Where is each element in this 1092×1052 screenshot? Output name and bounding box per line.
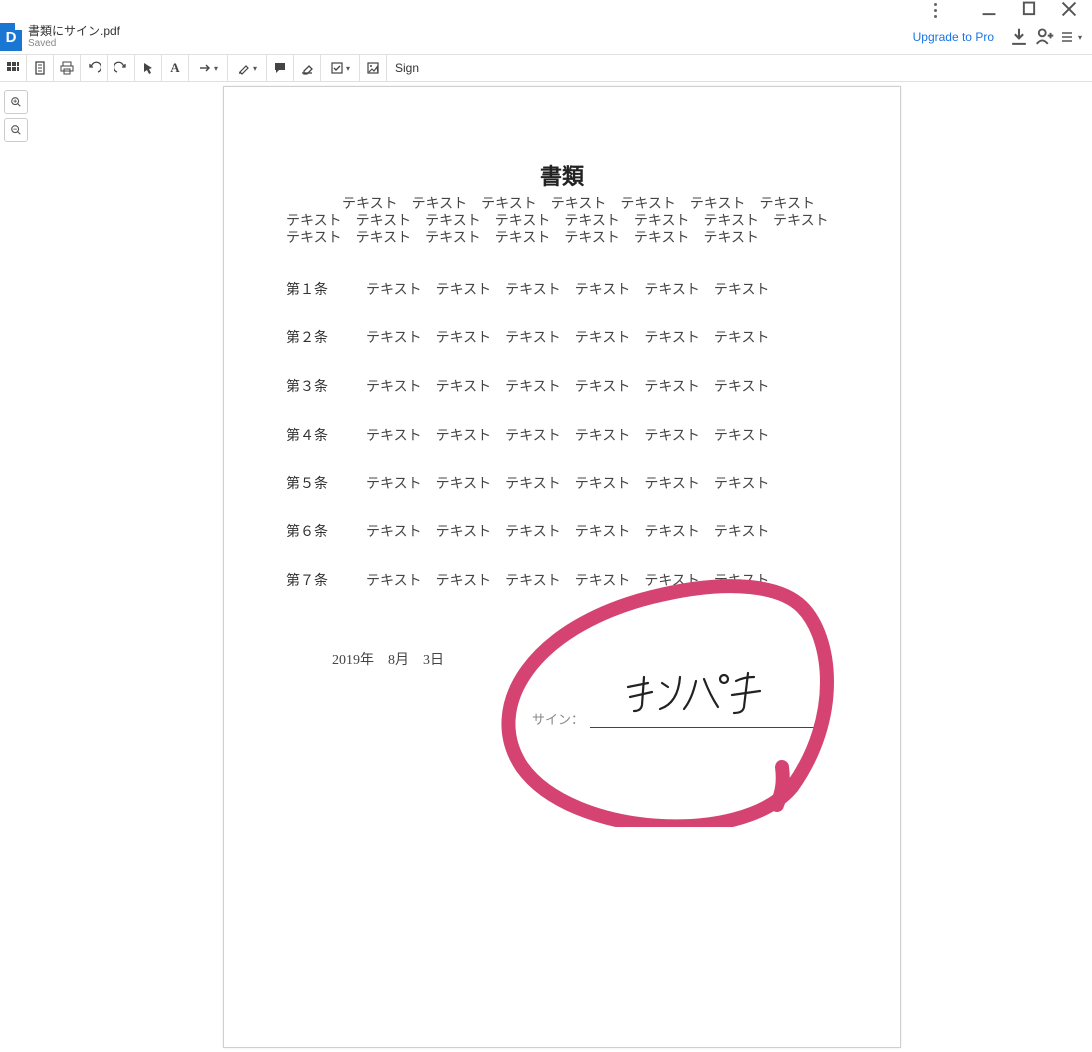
checkbox-tool-icon[interactable]: ▾ bbox=[321, 55, 360, 81]
save-status: Saved bbox=[28, 38, 120, 49]
article-3: 第３条 テキスト テキスト テキスト テキスト テキスト テキスト bbox=[286, 376, 838, 396]
article-body: テキスト テキスト テキスト テキスト テキスト テキスト bbox=[366, 327, 838, 347]
close-button[interactable] bbox=[1060, 0, 1078, 21]
file-name: 書類にサイン.pdf bbox=[28, 25, 120, 38]
minimize-button[interactable] bbox=[980, 0, 998, 21]
intro-text: テキスト テキスト テキスト テキスト テキスト テキスト テキスト テキスト … bbox=[286, 197, 843, 246]
sign-button[interactable]: Sign bbox=[387, 55, 427, 81]
page-view-icon[interactable] bbox=[27, 55, 54, 81]
pdf-page[interactable]: 書類 テキスト テキスト テキスト テキスト テキスト テキスト テキスト テキ… bbox=[223, 86, 901, 1048]
print-icon[interactable] bbox=[54, 55, 81, 81]
kebab-menu-icon[interactable] bbox=[926, 3, 944, 18]
workspace: 書類 テキスト テキスト テキスト テキスト テキスト テキスト テキスト テキ… bbox=[0, 82, 1092, 1052]
highlighter-tool-icon[interactable]: ▾ bbox=[228, 55, 267, 81]
toolbar: A ▾ ▾ ▾ Sign bbox=[0, 55, 1092, 82]
article-body: テキスト テキスト テキスト テキスト テキスト テキスト bbox=[366, 376, 838, 396]
download-icon[interactable] bbox=[1008, 26, 1030, 48]
title-text-block: 書類にサイン.pdf Saved bbox=[28, 25, 120, 49]
undo-icon[interactable] bbox=[81, 55, 108, 81]
redo-icon[interactable] bbox=[108, 55, 135, 81]
window-controls-bar bbox=[0, 0, 1092, 20]
article-body: テキスト テキスト テキスト テキスト テキスト テキスト bbox=[366, 425, 838, 445]
article-body: テキスト テキスト テキスト テキスト テキスト テキスト bbox=[366, 521, 838, 541]
comment-tool-icon[interactable] bbox=[267, 55, 294, 81]
title-bar: D 書類にサイン.pdf Saved Upgrade to Pro ▾ bbox=[0, 20, 1092, 55]
article-2: 第２条 テキスト テキスト テキスト テキスト テキスト テキスト bbox=[286, 327, 838, 347]
article-4: 第４条 テキスト テキスト テキスト テキスト テキスト テキスト bbox=[286, 425, 838, 445]
article-body: テキスト テキスト テキスト テキスト テキスト テキスト bbox=[366, 473, 838, 493]
document-title: 書類 bbox=[224, 159, 900, 191]
article-1: 第１条 テキスト テキスト テキスト テキスト テキスト テキスト bbox=[286, 279, 838, 299]
text-tool-icon[interactable]: A bbox=[162, 55, 189, 81]
maximize-button[interactable] bbox=[1020, 0, 1038, 21]
image-tool-icon[interactable] bbox=[360, 55, 387, 81]
document-intro: テキスト テキスト テキスト テキスト テキスト テキスト テキスト テキスト … bbox=[286, 197, 838, 247]
handwritten-signature[interactable] bbox=[620, 663, 790, 723]
zoom-in-button[interactable] bbox=[4, 90, 28, 114]
app-doc-icon: D bbox=[0, 23, 22, 51]
arrow-tool-icon[interactable]: ▾ bbox=[189, 55, 228, 81]
zoom-sidebar bbox=[0, 82, 32, 1052]
hamburger-menu-icon[interactable]: ▾ bbox=[1060, 26, 1082, 48]
article-6: 第６条 テキスト テキスト テキスト テキスト テキスト テキスト bbox=[286, 521, 838, 541]
article-label: 第２条 bbox=[286, 327, 346, 347]
article-5: 第５条 テキスト テキスト テキスト テキスト テキスト テキスト bbox=[286, 473, 838, 493]
eraser-tool-icon[interactable] bbox=[294, 55, 321, 81]
article-label: 第４条 bbox=[286, 425, 346, 445]
thumbnails-icon[interactable] bbox=[0, 55, 27, 81]
article-label: 第１条 bbox=[286, 279, 346, 299]
article-label: 第６条 bbox=[286, 521, 346, 541]
zoom-out-button[interactable] bbox=[4, 118, 28, 142]
page-area[interactable]: 書類 テキスト テキスト テキスト テキスト テキスト テキスト テキスト テキ… bbox=[32, 82, 1092, 1052]
article-label: 第７条 bbox=[286, 570, 346, 590]
pointer-icon[interactable] bbox=[135, 55, 162, 81]
article-body: テキスト テキスト テキスト テキスト テキスト テキスト bbox=[366, 279, 838, 299]
document-date: 2019年 8月 3日 bbox=[332, 649, 444, 669]
article-label: 第３条 bbox=[286, 376, 346, 396]
add-person-icon[interactable] bbox=[1034, 26, 1056, 48]
upgrade-link[interactable]: Upgrade to Pro bbox=[913, 30, 994, 44]
intro-indent bbox=[286, 197, 342, 212]
article-label: 第５条 bbox=[286, 473, 346, 493]
